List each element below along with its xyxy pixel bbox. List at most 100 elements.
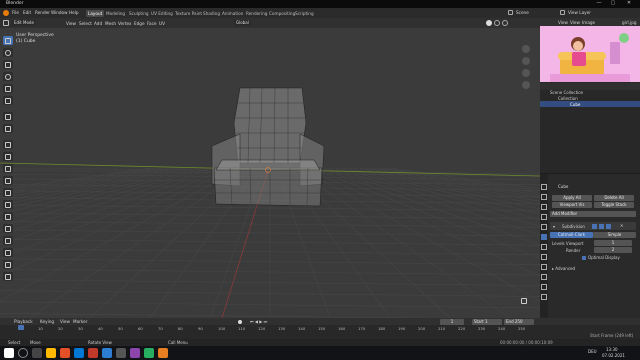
select-box-tool[interactable]: [3, 36, 13, 45]
image-menu-image[interactable]: Image: [582, 20, 595, 25]
timeline-menu-playback[interactable]: Playback: [14, 319, 33, 324]
firefox-icon[interactable]: [60, 348, 70, 358]
solid-shading-icon[interactable]: [486, 20, 492, 26]
timeline-menu-view[interactable]: View: [60, 319, 70, 324]
outliner-row-cube[interactable]: Cube: [570, 102, 580, 107]
bevel-tool[interactable]: [3, 164, 13, 173]
render-toggle-icon[interactable]: [606, 223, 611, 229]
timeline-menu-keying[interactable]: Keying: [40, 319, 54, 324]
tab-layout[interactable]: Layout: [86, 9, 105, 17]
shear-tool[interactable]: [3, 260, 13, 269]
tab-sculpting[interactable]: Sculpting: [127, 10, 151, 17]
camera-view-icon[interactable]: [522, 69, 530, 77]
blender-taskbar-icon[interactable]: [158, 348, 168, 358]
start-frame-field[interactable]: Start 1: [472, 318, 502, 325]
tab-uv-editing[interactable]: UV Editing: [149, 10, 175, 17]
current-frame-field[interactable]: 1: [440, 318, 464, 325]
windows-start-icon[interactable]: [4, 348, 14, 358]
material-tab-icon[interactable]: [541, 284, 547, 290]
render-levels-field[interactable]: 2: [594, 247, 632, 253]
move-tool[interactable]: [3, 60, 13, 69]
tab-modeling[interactable]: Modeling: [104, 10, 127, 17]
apply-all-button[interactable]: Apply All: [552, 195, 592, 201]
image-name[interactable]: girl.jpg: [622, 20, 637, 25]
view-layer-selector[interactable]: View Layer: [568, 10, 591, 15]
cursor-tool[interactable]: [3, 48, 13, 57]
rip-region-tool[interactable]: [3, 272, 13, 281]
rotate-tool[interactable]: [3, 72, 13, 81]
scene-tab-icon[interactable]: [541, 214, 547, 220]
app-icon-1[interactable]: [102, 348, 112, 358]
image-menu-view-2[interactable]: View: [570, 20, 580, 25]
toggle-stack-button[interactable]: Toggle Stack: [594, 202, 634, 208]
timeline-menu-marker[interactable]: Marker: [73, 319, 87, 324]
orientation-selector[interactable]: Global: [234, 20, 251, 26]
minimize-button[interactable]: —: [592, 0, 606, 8]
tab-animation[interactable]: Animation: [220, 10, 245, 17]
rendered-shading-icon[interactable]: [502, 20, 508, 26]
blender-logo-icon[interactable]: [3, 10, 9, 16]
menu-edit[interactable]: Edit: [23, 10, 31, 15]
advanced-panel-header[interactable]: ▸ Advanced: [552, 266, 575, 271]
menu-help[interactable]: Help: [69, 10, 79, 15]
menu-mesh[interactable]: Mesh: [105, 21, 116, 26]
scene-selector[interactable]: Scene: [516, 10, 529, 15]
edit-mode-toggle-icon[interactable]: [592, 223, 597, 229]
zoom-icon[interactable]: [522, 45, 530, 53]
edge-slide-tool[interactable]: [3, 236, 13, 245]
annotate-tool[interactable]: [3, 112, 13, 121]
taskbar-time[interactable]: 13:30: [606, 347, 618, 352]
physics-tab-icon[interactable]: [541, 254, 547, 260]
modifier-name[interactable]: Subdivision: [562, 224, 585, 229]
app-icon-4[interactable]: [144, 348, 154, 358]
3d-viewport[interactable]: [0, 18, 540, 318]
menu-select[interactable]: Select: [79, 21, 92, 26]
loop-cut-tool[interactable]: [3, 176, 13, 185]
lock-icon[interactable]: [521, 298, 527, 304]
data-tab-icon[interactable]: [541, 274, 547, 280]
render-tab-icon[interactable]: [541, 194, 547, 200]
navigation-gizmo[interactable]: [520, 45, 532, 125]
outliner-row-scene-collection[interactable]: Scene Collection: [550, 90, 583, 95]
shrink-fatten-tool[interactable]: [3, 248, 13, 257]
scale-tool[interactable]: [3, 84, 13, 93]
timeline-ruler[interactable]: 0102030405060708090100110120130140150160…: [0, 325, 540, 339]
menu-view[interactable]: View: [66, 21, 76, 26]
close-icon[interactable]: ✕: [620, 223, 623, 228]
record-icon[interactable]: [238, 319, 242, 324]
texture-tab-icon[interactable]: [541, 294, 547, 300]
image-menu-view[interactable]: View: [558, 20, 568, 25]
menu-face[interactable]: Face: [147, 21, 156, 26]
delete-all-button[interactable]: Delete All: [594, 195, 634, 201]
search-icon[interactable]: [18, 348, 28, 358]
levels-viewport-field[interactable]: 1: [594, 240, 632, 246]
menu-render[interactable]: Render: [35, 10, 50, 15]
catmull-clark-toggle[interactable]: Catmull-Clark: [550, 232, 593, 238]
viewport-toggle-icon[interactable]: [599, 223, 604, 229]
spin-tool[interactable]: [3, 212, 13, 221]
tab-scripting[interactable]: Scripting: [293, 10, 316, 17]
constraints-tab-icon[interactable]: [541, 264, 547, 270]
playhead[interactable]: [18, 325, 24, 330]
play-controls[interactable]: ⏮ ◀ ▶ ⏭: [250, 319, 267, 324]
tab-texture-paint[interactable]: Texture Paint: [173, 10, 204, 17]
edge-icon[interactable]: [74, 348, 84, 358]
editor-type-icon[interactable]: [3, 20, 9, 26]
optimal-display-checkbox[interactable]: [582, 256, 586, 260]
inset-tool[interactable]: [3, 152, 13, 161]
poly-build-tool[interactable]: [3, 200, 13, 209]
app-icon-3[interactable]: [130, 348, 140, 358]
smooth-tool[interactable]: [3, 224, 13, 233]
maximize-button[interactable]: ▢: [606, 0, 620, 8]
tab-rendering[interactable]: Rendering: [244, 10, 269, 17]
outliner-row-cube-highlight[interactable]: [540, 101, 640, 107]
taskbar-date[interactable]: 07.02.2021: [602, 353, 625, 358]
mode-selector[interactable]: Edit Mode: [12, 20, 36, 26]
pan-icon[interactable]: [522, 57, 530, 65]
extrude-tool[interactable]: [3, 140, 13, 149]
simple-toggle[interactable]: Simple: [593, 232, 636, 238]
perspective-toggle-icon[interactable]: [522, 81, 530, 89]
add-modifier-dropdown[interactable]: Add Modifier: [550, 211, 636, 217]
acrobat-icon[interactable]: [88, 348, 98, 358]
object-tab-icon[interactable]: [541, 224, 547, 230]
